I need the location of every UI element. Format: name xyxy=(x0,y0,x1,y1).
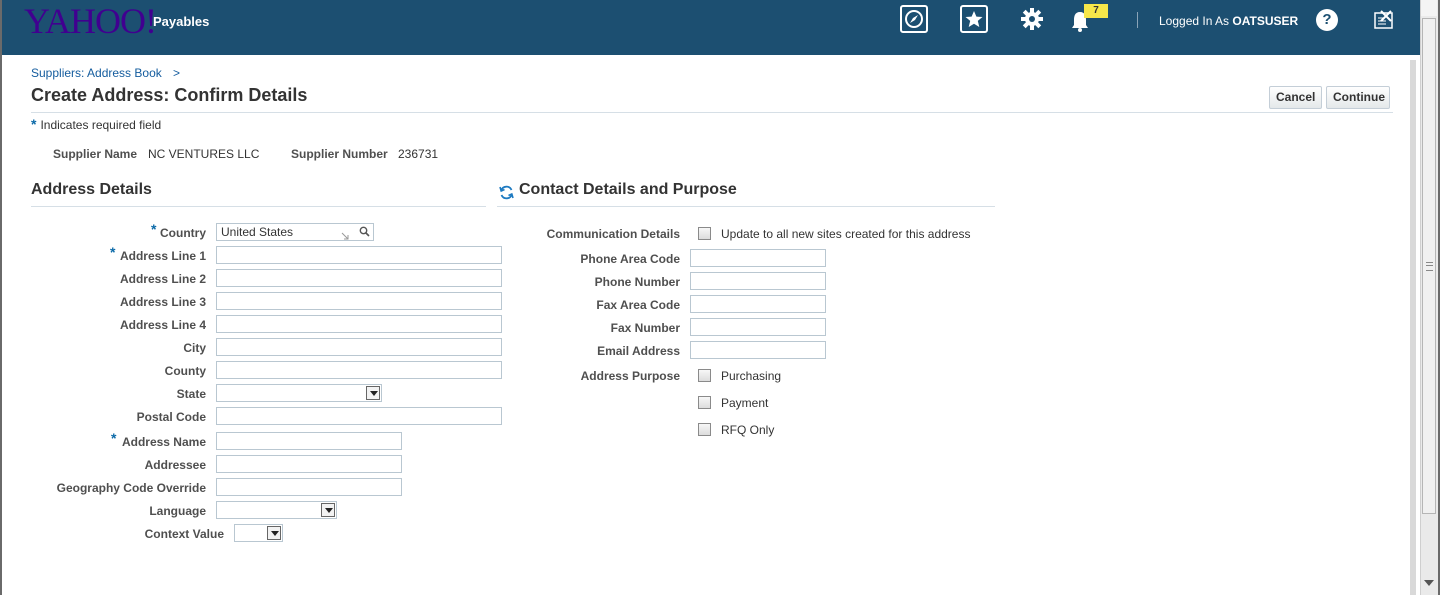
purchasing-checkbox[interactable] xyxy=(698,369,711,382)
user-name: OATSUSER xyxy=(1232,14,1299,28)
state-select[interactable] xyxy=(216,384,382,402)
help-icon[interactable]: ? xyxy=(1316,9,1338,31)
fax-area-code-label: Fax Area Code xyxy=(596,298,680,312)
communication-details-label: Communication Details xyxy=(546,227,680,241)
scrollbar-grip-icon xyxy=(1426,262,1433,271)
global-header: YAHOO! Payables 7 Logged In As OATSUSER … xyxy=(2,0,1420,55)
breadcrumb-suppliers-address-book[interactable]: Suppliers: Address Book xyxy=(31,66,162,80)
addressee-label: Addressee xyxy=(144,458,206,472)
scroll-up-button[interactable] xyxy=(1421,0,1437,16)
geography-code-override-input[interactable] xyxy=(216,478,402,496)
fax-area-code-input[interactable] xyxy=(690,295,826,313)
county-input[interactable] xyxy=(216,361,502,379)
postal-code-input[interactable] xyxy=(216,407,502,425)
language-label: Language xyxy=(149,504,206,518)
address-line-2-input[interactable] xyxy=(216,269,502,287)
email-address-label: Email Address xyxy=(597,344,680,358)
chevron-down-icon[interactable] xyxy=(366,386,380,400)
update-all-sites-label[interactable]: Update to all new sites created for this… xyxy=(721,227,970,241)
gear-icon[interactable] xyxy=(1018,5,1046,33)
rfq-only-label[interactable]: RFQ Only xyxy=(721,423,774,437)
resize-corner-icon xyxy=(341,229,349,243)
geography-code-override-label: Geography Code Override xyxy=(56,481,206,495)
search-icon[interactable] xyxy=(359,226,370,240)
context-value-select[interactable] xyxy=(234,524,283,542)
address-line-4-input[interactable] xyxy=(216,315,502,333)
notification-count-badge: 7 xyxy=(1084,4,1108,18)
app-name: Payables xyxy=(153,14,210,29)
payment-label[interactable]: Payment xyxy=(721,396,768,410)
chevron-down-icon[interactable] xyxy=(267,526,281,540)
required-field-note: * Indicates required field xyxy=(31,116,161,132)
update-all-sites-checkbox[interactable] xyxy=(698,227,711,240)
city-input[interactable] xyxy=(216,338,502,356)
address-purpose-label: Address Purpose xyxy=(580,369,680,383)
compass-icon[interactable] xyxy=(900,5,928,33)
refresh-icon[interactable] xyxy=(498,184,515,204)
address-line-3-label: Address Line 3 xyxy=(119,295,206,309)
title-divider xyxy=(31,112,1393,113)
contact-details-divider xyxy=(497,206,995,207)
cancel-button[interactable]: Cancel xyxy=(1269,86,1322,109)
rfq-only-checkbox[interactable] xyxy=(698,423,711,436)
country-label: Country xyxy=(160,226,206,240)
supplier-number-label: Supplier Number xyxy=(291,147,388,161)
supplier-name-label: Supplier Name xyxy=(53,147,138,161)
county-label: County xyxy=(164,364,206,378)
page-title: Create Address: Confirm Details xyxy=(31,85,308,105)
country-input[interactable]: United States xyxy=(216,223,374,241)
payment-checkbox[interactable] xyxy=(698,396,711,409)
continue-button[interactable]: Continue xyxy=(1326,86,1390,109)
chevron-down-icon[interactable] xyxy=(321,503,335,517)
phone-number-input[interactable] xyxy=(690,272,826,290)
supplier-number-value: 236731 xyxy=(398,147,439,161)
country-value: United States xyxy=(221,225,294,239)
address-name-label: Address Name xyxy=(121,435,206,449)
address-line-1-input[interactable] xyxy=(216,246,502,264)
email-address-input[interactable] xyxy=(690,341,826,359)
fax-number-label: Fax Number xyxy=(610,321,680,335)
fax-number-input[interactable] xyxy=(690,318,826,336)
header-divider xyxy=(1137,12,1138,28)
context-value-label: Context Value xyxy=(144,527,224,541)
address-details-heading: Address Details xyxy=(31,181,152,198)
language-select[interactable] xyxy=(216,501,337,519)
logged-in-user[interactable]: Logged In As OATSUSER xyxy=(1159,14,1298,28)
postal-code-label: Postal Code xyxy=(136,410,206,424)
yahoo-logo[interactable]: YAHOO! xyxy=(24,3,157,39)
state-label: State xyxy=(176,387,206,401)
address-line-3-input[interactable] xyxy=(216,292,502,310)
purchasing-label[interactable]: Purchasing xyxy=(721,369,781,383)
contact-details-heading: Contact Details and Purpose xyxy=(519,181,737,198)
breadcrumb-separator: > xyxy=(173,66,181,80)
address-name-input[interactable] xyxy=(216,432,402,450)
supplier-name-value: NC VENTURES LLC xyxy=(148,147,260,161)
logged-in-prefix: Logged In As xyxy=(1159,14,1230,28)
phone-number-label: Phone Number xyxy=(594,275,680,289)
close-window-icon[interactable] xyxy=(1370,6,1398,34)
phone-area-code-label: Phone Area Code xyxy=(580,252,680,266)
address-line-1-label: Address Line 1 xyxy=(119,249,206,263)
star-icon[interactable] xyxy=(960,5,988,33)
address-line-2-label: Address Line 2 xyxy=(119,272,206,286)
content-scrollbar[interactable] xyxy=(1410,60,1416,595)
addressee-input[interactable] xyxy=(216,455,402,473)
scroll-down-arrow-icon[interactable] xyxy=(1424,580,1434,586)
city-label: City xyxy=(183,341,206,355)
address-details-divider xyxy=(31,206,486,207)
required-star: * xyxy=(31,116,37,132)
address-line-4-label: Address Line 4 xyxy=(119,318,206,332)
phone-area-code-input[interactable] xyxy=(690,249,826,267)
required-note-text: Indicates required field xyxy=(40,118,162,132)
